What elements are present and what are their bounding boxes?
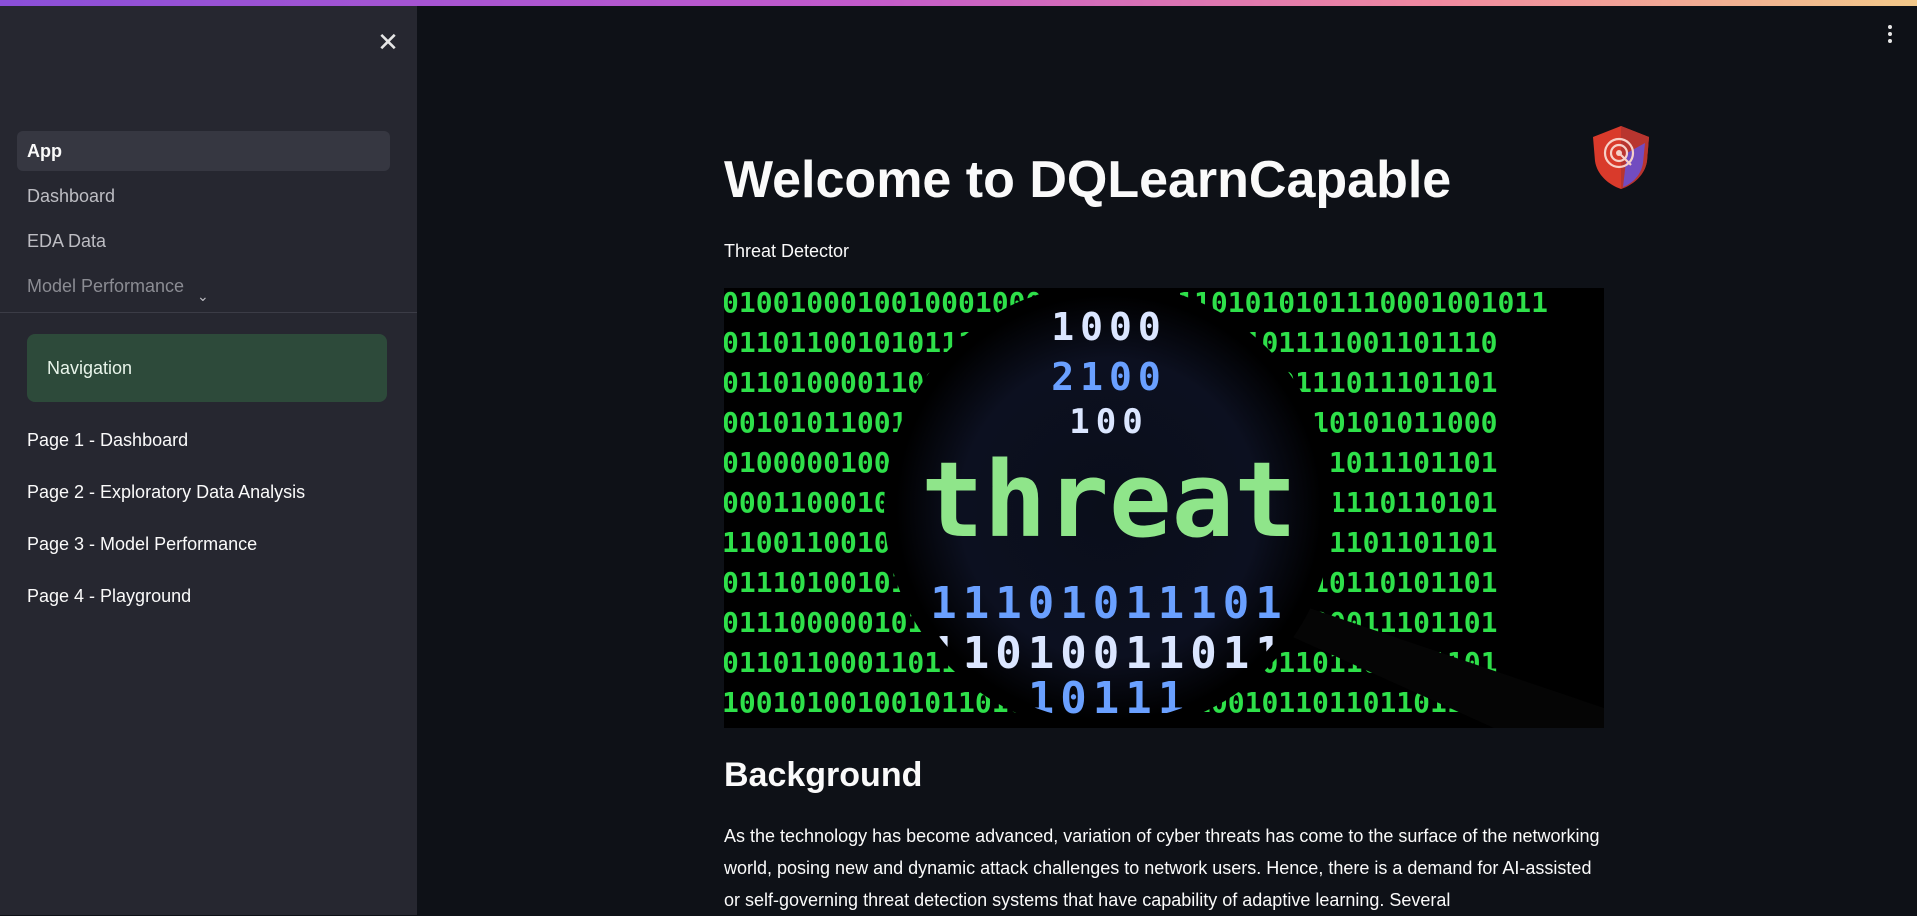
sidebar-item-app[interactable]: App — [17, 131, 390, 171]
sidebar: ✕ App Dashboard EDA Data Model Performan… — [0, 6, 417, 915]
sidebar-item-dashboard[interactable]: Dashboard — [17, 176, 390, 216]
shield-logo-icon — [1593, 126, 1649, 189]
background-paragraph: As the technology has become advanced, v… — [724, 826, 1600, 910]
section-heading: Background — [724, 756, 923, 794]
sidebar-item-eda-data[interactable]: EDA Data — [17, 221, 390, 261]
close-icon: ✕ — [377, 27, 399, 57]
page-subtitle: Threat Detector — [724, 241, 850, 261]
threat-hero-image: 0100100010010001000010100011101010101110… — [724, 288, 1604, 728]
close-sidebar-button[interactable]: ✕ — [374, 28, 402, 56]
threat-word: threat — [921, 439, 1297, 561]
threat-hero-svg: 0100100010010001000010100011101010101110… — [724, 288, 1604, 728]
navigation-heading: Navigation — [47, 358, 133, 378]
sidebar-page-nav: App Dashboard EDA Data Model Performance — [17, 131, 390, 311]
navigation-box: Navigation — [27, 334, 387, 402]
kebab-menu-icon — [1880, 25, 1900, 43]
lens-binary-row: 11010011011 — [930, 628, 1287, 679]
page-title: Welcome to DQLearnCapable — [724, 151, 1452, 209]
lens-binary-row: 100 — [1069, 402, 1148, 442]
page-link-playground[interactable]: Page 4 - Playground — [27, 580, 305, 632]
page-link-model-performance[interactable]: Page 3 - Model Performance — [27, 528, 305, 580]
main-menu-button[interactable] — [1880, 22, 1900, 50]
chevron-down-icon[interactable]: ⌄ — [197, 288, 209, 305]
sidebar-divider — [0, 312, 417, 313]
lens-binary-row: 2100 — [1051, 355, 1167, 399]
page-link-eda[interactable]: Page 2 - Exploratory Data Analysis — [27, 476, 305, 528]
page-links: Page 1 - Dashboard Page 2 - Exploratory … — [27, 424, 305, 632]
lens-binary-row: 11101011101 — [930, 578, 1287, 629]
page-link-dashboard[interactable]: Page 1 - Dashboard — [27, 424, 305, 476]
lens-binary-row: 1000 — [1051, 305, 1167, 349]
